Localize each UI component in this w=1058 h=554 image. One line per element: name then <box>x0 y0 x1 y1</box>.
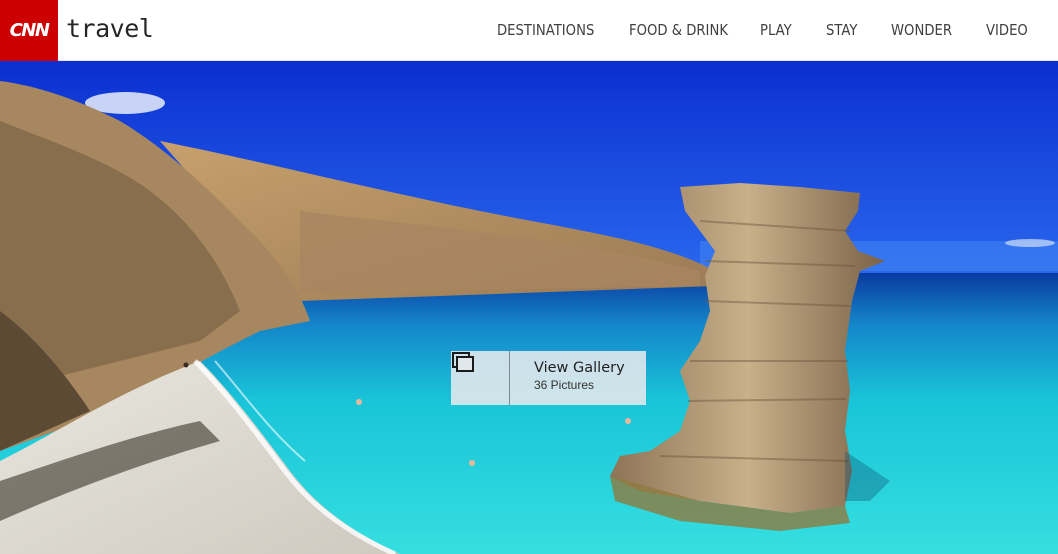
view-gallery-button[interactable]: View Gallery 36 Pictures <box>451 351 646 405</box>
nav-stay[interactable]: STAY <box>826 21 857 39</box>
cnn-logo-text: CNN <box>9 20 50 41</box>
cnn-logo[interactable]: CNN <box>0 0 58 61</box>
gallery-count: 36 Pictures <box>534 378 595 392</box>
gallery-stack-icon <box>452 352 474 372</box>
gallery-icon-box <box>451 351 510 405</box>
nav-play[interactable]: PLAY <box>760 21 792 39</box>
hero-image[interactable]: View Gallery 36 Pictures <box>0 61 1058 554</box>
nav-video[interactable]: VIDEO <box>986 21 1028 39</box>
travel-brand[interactable]: travel <box>66 14 154 43</box>
beach-scene-illustration <box>0 61 1058 554</box>
gallery-text: View Gallery 36 Pictures <box>510 351 625 405</box>
nav-destinations[interactable]: DESTINATIONS <box>497 21 594 39</box>
nav-wonder[interactable]: WONDER <box>891 21 952 39</box>
nav-food-drink[interactable]: FOOD & DRINK <box>629 21 728 39</box>
site-header: CNN travel DESTINATIONS FOOD & DRINK PLA… <box>0 0 1058 61</box>
gallery-title: View Gallery <box>534 360 625 376</box>
